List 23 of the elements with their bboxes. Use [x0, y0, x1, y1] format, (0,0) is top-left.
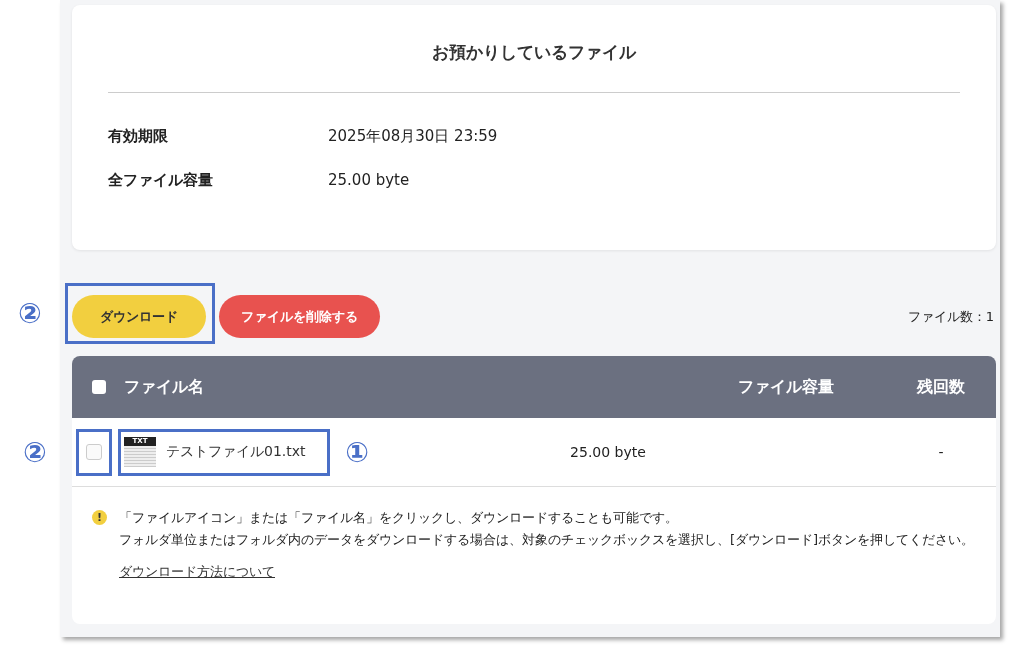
column-header: ファイル容量 [737, 376, 835, 398]
callout-number: ② [18, 300, 42, 328]
info-value: 25.00 byte [328, 171, 410, 191]
table-cell-text: 25.00 byte [569, 444, 647, 460]
delete-button[interactable]: ファイルを削除する [219, 295, 380, 338]
file-name-link[interactable]: テストファイル01.txt [166, 443, 306, 461]
note-text: フォルダ単位またはフォルダ内のデータをダウンロードする場合は、対象のチェックボックスを選択し、[ダウンロード]ボタンを押してください。 [119, 531, 975, 549]
callout-number: ② [23, 438, 47, 467]
download-button[interactable]: ダウンロード [72, 295, 206, 338]
info-label: 有効期限 [108, 127, 169, 147]
help-link[interactable]: ダウンロード方法について [119, 561, 275, 583]
info-value: 2025年08月30日 23:59 [328, 127, 498, 147]
note-text: 「ファイルアイコン」または「ファイル名」をクリックし、ダウンロードすることも可能です。 [119, 509, 679, 527]
select-all-checkbox[interactable] [92, 380, 106, 394]
callout-number: ① [345, 438, 369, 467]
column-header: 残回数 [915, 376, 966, 398]
table-cell-text: - [937, 444, 945, 460]
row-checkbox[interactable] [86, 444, 102, 460]
warning-icon: ! [92, 510, 107, 525]
file-count: ファイル数：1 [907, 307, 994, 326]
info-label: 全ファイル容量 [108, 171, 214, 191]
section-title: お預かりしているファイル [431, 41, 638, 64]
column-header: ファイル名 [124, 376, 205, 398]
